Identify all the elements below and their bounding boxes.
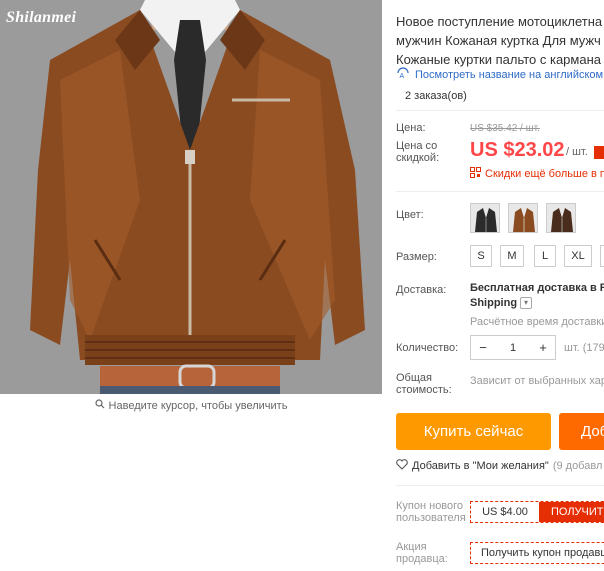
- discount-price-label-2: скидкой:: [396, 152, 440, 164]
- color-label: Цвет:: [396, 209, 424, 221]
- color-swatch-brown[interactable]: [508, 203, 538, 233]
- product-image[interactable]: Shilanmei: [0, 0, 382, 394]
- shipping-selector[interactable]: Shipping ▾: [470, 297, 533, 309]
- translate-icon: A: [396, 67, 410, 82]
- jacket-photo-illustration: [0, 0, 382, 394]
- price-label: Цена:: [396, 122, 426, 134]
- shipping-method: Бесплатная доставка в Ru: [470, 282, 604, 294]
- quantity-stepper: − 1 +: [470, 335, 556, 360]
- coupon-amount: US $4.00: [471, 506, 539, 518]
- color-swatch-black[interactable]: [470, 203, 500, 233]
- size-label: Размер:: [396, 251, 437, 263]
- product-title-line: Новое поступление мотоциклетна: [396, 14, 603, 29]
- divider: [396, 191, 604, 192]
- seller-promo-label-2: продавца:: [396, 553, 448, 565]
- total-label-2: стоимость:: [396, 384, 452, 396]
- size-option-more[interactable]: [600, 245, 604, 267]
- coupon-label-2: пользователя: [396, 512, 466, 524]
- discount-badge: [594, 146, 604, 159]
- get-coupon-button[interactable]: ПОЛУЧИТЬ: [539, 502, 604, 522]
- size-option-xl[interactable]: XL: [564, 245, 592, 267]
- svg-text:A: A: [400, 73, 405, 79]
- shipping-sub-text: Shipping: [470, 297, 518, 309]
- brand-watermark: Shilanmei: [6, 9, 77, 26]
- price-unit: / шт.: [566, 146, 588, 158]
- magnifier-icon: [94, 399, 105, 412]
- quantity-decrease-button[interactable]: −: [471, 340, 495, 355]
- zoom-hint-text: Наведите курсор, чтобы увеличить: [108, 399, 288, 412]
- product-title: Новое поступление мотоциклетна мужчин Ко…: [396, 12, 604, 69]
- size-option-s[interactable]: S: [470, 245, 492, 267]
- shipping-label: Доставка:: [396, 284, 447, 296]
- new-user-coupon: US $4.00 ПОЛУЧИТЬ: [470, 501, 604, 523]
- orders-count: 2 заказа(ов): [405, 90, 467, 102]
- product-title-line: мужчин Кожаная куртка Для мужч: [396, 33, 601, 48]
- size-option-m[interactable]: M: [500, 245, 524, 267]
- get-seller-coupon-button[interactable]: Получить купон продавц: [470, 542, 604, 564]
- wishlist-count: (9 добавл: [552, 460, 603, 472]
- divider: [396, 485, 604, 486]
- quantity-input[interactable]: 1: [495, 342, 531, 354]
- zoom-hint: Наведите курсор, чтобы увеличить: [0, 399, 382, 412]
- quantity-increase-button[interactable]: +: [531, 340, 555, 355]
- chevron-down-icon[interactable]: ▾: [520, 297, 533, 309]
- translate-link-text[interactable]: Посмотреть название на английском: [415, 69, 603, 81]
- discount-price: US $23.02: [470, 139, 565, 161]
- promo-link[interactable]: Скидки ещё больше в п: [470, 167, 604, 181]
- size-option-l[interactable]: L: [534, 245, 556, 267]
- add-to-cart-button[interactable]: Доб: [559, 413, 604, 450]
- total-value: Зависит от выбранных хара: [470, 375, 604, 387]
- color-swatch-dark-brown[interactable]: [546, 203, 576, 233]
- add-to-wishlist-link[interactable]: Добавить в "Мои желания" (9 добавл: [396, 459, 602, 473]
- divider: [396, 110, 604, 111]
- wishlist-text[interactable]: Добавить в "Мои желания": [412, 460, 549, 472]
- shipping-time: Расчётное время доставки: [470, 316, 604, 328]
- promo-text[interactable]: Скидки ещё больше в п: [485, 168, 604, 180]
- quantity-label: Количество:: [396, 342, 459, 354]
- translate-title-link[interactable]: A Посмотреть название на английском: [396, 67, 603, 82]
- original-price: US $35.42 / шт.: [470, 123, 540, 134]
- qr-code-icon: [470, 167, 481, 181]
- quantity-available: шт. (1790: [564, 342, 604, 354]
- product-info-panel: Новое поступление мотоциклетна мужчин Ко…: [396, 0, 604, 571]
- product-page: Shilanmei Наведите курсор, чтобы увеличи…: [0, 0, 604, 571]
- buy-now-button[interactable]: Купить сейчас: [396, 413, 551, 450]
- heart-icon: [396, 459, 408, 473]
